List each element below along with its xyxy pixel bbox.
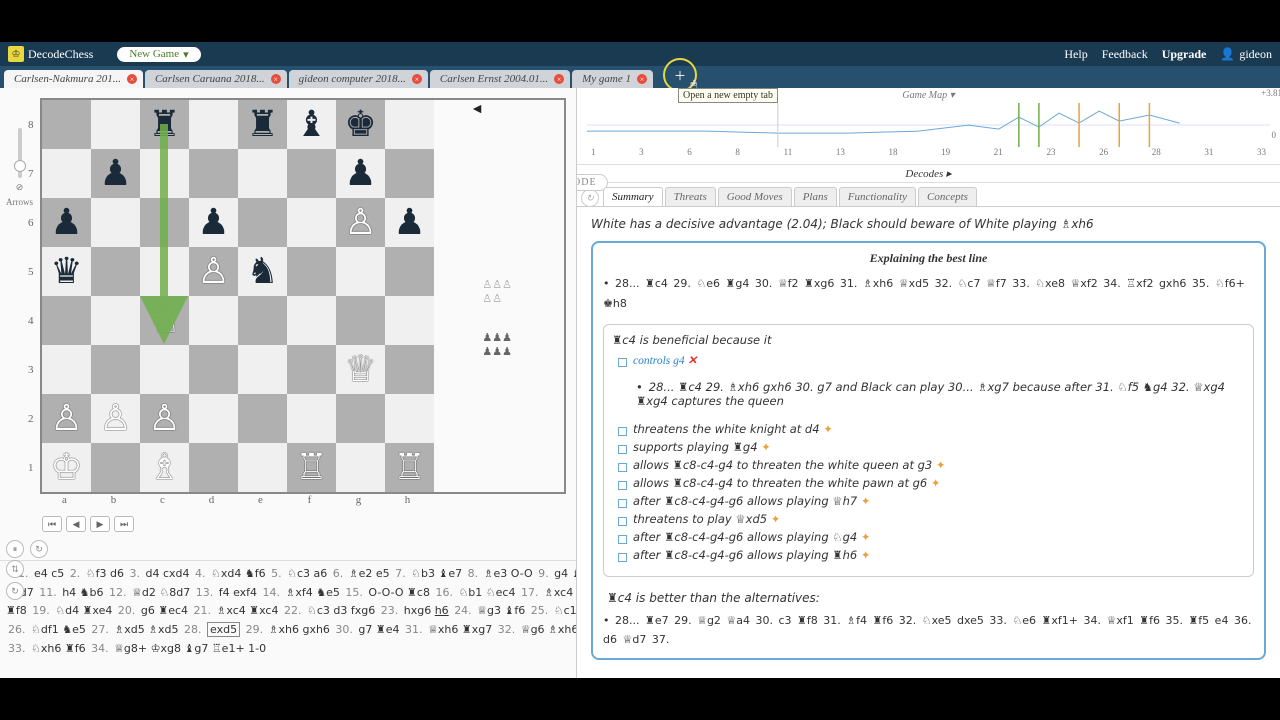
chess-board[interactable]: ♜♜♝♚♟♟♟♟♙♟♛♙♞♘♕♙♙♙♔♗♖♖ xyxy=(40,98,566,494)
tab-summary[interactable]: Summary xyxy=(603,187,663,206)
nav-prev-button[interactable]: ◀ xyxy=(66,516,86,532)
crown-icon: ♔ xyxy=(8,46,24,62)
tab-concepts[interactable]: Concepts xyxy=(918,187,977,206)
flip-button[interactable]: ↻ xyxy=(6,582,24,600)
best-line-moves[interactable]: • 28... ♜c4 29. ♘e6 ♜g4 30. ♕f2 ♜xg6 31.… xyxy=(603,274,1254,314)
analysis-content: White has a decisive advantage (2.04); B… xyxy=(577,207,1280,678)
eval-summary: White has a decisive advantage (2.04); B… xyxy=(591,217,1266,231)
app-root: ♔ DecodeChess New Game▾ Help Feedback Up… xyxy=(0,42,1280,678)
tab-functionality[interactable]: Functionality xyxy=(839,187,916,206)
nav-next-button[interactable]: ▶ xyxy=(90,516,110,532)
game-tab[interactable]: Carlsen Caruana 2018...× xyxy=(145,70,287,88)
swap-button[interactable]: ⇅ xyxy=(6,560,24,578)
rank-labels: 87654321 xyxy=(28,100,34,492)
logo: ♔ DecodeChess xyxy=(8,46,93,62)
refresh-icon[interactable]: ↻ xyxy=(581,189,599,207)
game-tab[interactable]: Carlsen Ernst 2004.01...× xyxy=(430,70,570,88)
tab-good-moves[interactable]: Good Moves xyxy=(718,187,792,206)
pause-button[interactable]: ⏸ xyxy=(6,540,24,558)
alt-line-moves[interactable]: • 28... ♜e7 29. ♕g2 ♕a4 30. c3 ♜f8 31. ♗… xyxy=(603,611,1254,651)
explain-best-line: Explaining the best line • 28... ♜c4 29.… xyxy=(591,241,1266,660)
close-icon[interactable]: × xyxy=(271,74,281,84)
user-menu[interactable]: 👤 gideon xyxy=(1220,47,1272,62)
chevron-down-icon: ▾ xyxy=(183,48,189,61)
tab-threats[interactable]: Threats xyxy=(665,187,716,206)
close-icon[interactable]: × xyxy=(412,74,422,84)
loop-button[interactable]: ↻ xyxy=(30,540,48,558)
right-panel: DECODE Game Map ▾ +3.81 0 1368 xyxy=(577,88,1280,678)
new-game-button[interactable]: New Game▾ xyxy=(117,47,200,62)
help-link[interactable]: Help xyxy=(1064,47,1087,62)
nav-last-button[interactable]: ⏭ xyxy=(114,516,134,532)
add-tab-button[interactable]: ＋🖱 xyxy=(663,58,697,92)
tab-plans[interactable]: Plans xyxy=(794,187,837,206)
close-icon[interactable]: × xyxy=(637,74,647,84)
game-tab[interactable]: Carlsen-Nakmura 201...× xyxy=(4,70,143,88)
upgrade-link[interactable]: Upgrade xyxy=(1162,47,1207,62)
decode-badge[interactable]: DECODE xyxy=(577,174,608,191)
game-tab[interactable]: My game 1× xyxy=(572,70,653,88)
feedback-link[interactable]: Feedback xyxy=(1102,47,1148,62)
close-icon[interactable]: × xyxy=(127,74,137,84)
decodes-toggle[interactable]: Decodes ▸ xyxy=(577,165,1280,183)
nav-first-button[interactable]: ⏮ xyxy=(42,516,62,532)
left-panel: ⊘ Arrows 87654321 ◄ ♙♙♙ ♙♙ ♟♟♟ ♟♟♟ ♜♜♝♚♟… xyxy=(0,88,577,678)
topbar: ♔ DecodeChess New Game▾ Help Feedback Up… xyxy=(0,42,1280,66)
user-icon: 👤 xyxy=(1220,47,1235,62)
board-nav: ⏮ ◀ ▶ ⏭ xyxy=(42,516,576,532)
move-list[interactable]: • 1. e4 c5 2. ♘f3 d6 3. d4 cxd4 4. ♘xd4 … xyxy=(0,560,576,662)
game-tab[interactable]: gideon computer 2018...× xyxy=(289,70,428,88)
game-tabbar: Carlsen-Nakmura 201...× Carlsen Caruana … xyxy=(0,66,1280,88)
analysis-tabs: ↻ Summary Threats Good Moves Plans Funct… xyxy=(577,183,1280,207)
close-icon[interactable]: × xyxy=(554,74,564,84)
file-labels: abcdefgh xyxy=(40,494,566,506)
tooltip: Open a new empty tab xyxy=(678,88,778,103)
